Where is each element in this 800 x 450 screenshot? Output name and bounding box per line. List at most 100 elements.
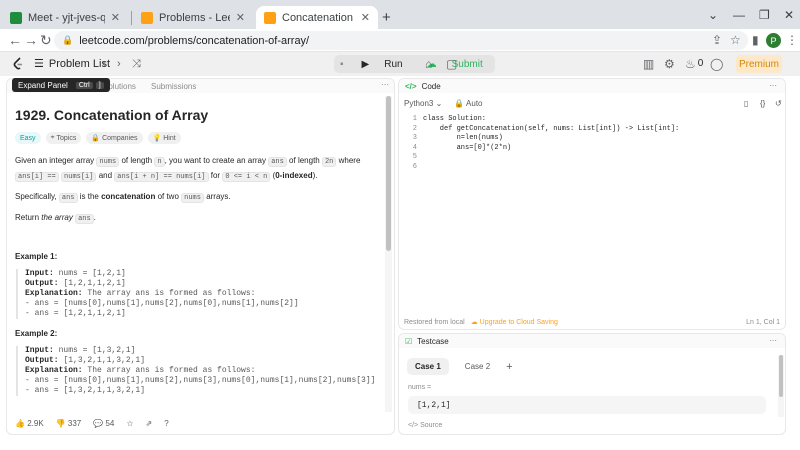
browser-tab-meet[interactable]: Meet - yjt-jves-qza ✕ bbox=[2, 6, 128, 29]
comments-button[interactable]: 💬 54 bbox=[93, 419, 114, 428]
panel-title: Code bbox=[421, 81, 441, 91]
settings-gear-icon[interactable]: ⚙ bbox=[664, 57, 675, 71]
streak-counter[interactable]: ♨ 0 bbox=[685, 57, 703, 71]
more-options-icon[interactable]: ⋯ bbox=[769, 336, 777, 345]
forward-icon[interactable]: → bbox=[24, 31, 38, 49]
format-braces-icon[interactable]: {} bbox=[760, 99, 765, 108]
topics-chip[interactable]: ⌖ Topics bbox=[45, 132, 82, 144]
favorite-star-icon[interactable]: ☆ bbox=[126, 419, 133, 428]
reset-icon[interactable]: ↺ bbox=[775, 99, 782, 108]
problem-title: 1929. Concatenation of Array bbox=[15, 107, 209, 123]
language-select[interactable]: Python3 ⌄ bbox=[404, 99, 442, 108]
code-line[interactable]: 4 ans=[0]*(2*n) bbox=[399, 144, 785, 154]
scrollbar-thumb[interactable] bbox=[386, 96, 391, 251]
close-icon[interactable]: ✕ bbox=[361, 11, 370, 24]
lightbulb-icon: 💡 bbox=[152, 135, 162, 142]
label: Explanation: bbox=[25, 289, 83, 298]
description-paragraph-3: Return the array ans. bbox=[15, 211, 380, 226]
browser-tab-problems[interactable]: Problems - LeetCode ✕ bbox=[133, 6, 253, 29]
bookmark-icon[interactable]: ▯ bbox=[744, 99, 748, 108]
tab-submissions[interactable]: Submissions bbox=[151, 82, 196, 91]
code-line[interactable]: 5 bbox=[399, 153, 785, 163]
field-value: [1,2,1] bbox=[417, 400, 451, 410]
tab-label: Case 2 bbox=[464, 362, 491, 371]
profile-initial: P bbox=[770, 35, 777, 46]
list-icon: ☰ bbox=[34, 58, 44, 70]
text: where bbox=[338, 156, 361, 165]
code-line[interactable]: 2 def getConcatenation(self, nums: List[… bbox=[399, 125, 785, 135]
example-line: Input: nums = [1,3,2,1] bbox=[25, 346, 380, 356]
tab-case-2[interactable]: Case 2 bbox=[457, 358, 498, 375]
profile-avatar[interactable]: P bbox=[766, 33, 781, 48]
window-close-icon[interactable]: ✕ bbox=[784, 8, 794, 22]
browser-menu-icon[interactable]: ⋮ bbox=[786, 33, 798, 47]
back-icon[interactable]: ← bbox=[8, 31, 22, 49]
whiteboard-icon[interactable]: ▢ bbox=[446, 57, 457, 71]
description-scrollbar[interactable] bbox=[385, 96, 392, 412]
dislike-button[interactable]: 👎 337 bbox=[56, 419, 82, 428]
tag-icon: ⌖ bbox=[50, 134, 55, 141]
run-button[interactable]: ▶ Run bbox=[350, 55, 415, 73]
upgrade-link[interactable]: ☁ Upgrade to Cloud Saving bbox=[471, 318, 558, 326]
user-avatar-icon[interactable]: ◯ bbox=[710, 57, 723, 71]
streak-count: 0 bbox=[697, 58, 704, 69]
layout-icon[interactable]: ▥ bbox=[643, 57, 654, 71]
code-line[interactable]: 6 bbox=[399, 163, 785, 173]
companies-chip[interactable]: 🔒 Companies bbox=[86, 132, 143, 144]
shuffle-icon[interactable]: ⤨ bbox=[132, 56, 141, 72]
reload-icon[interactable]: ↻ bbox=[40, 31, 52, 49]
code-editor-panel: </> Code ⋯ Python3 ⌄ 🔒 Auto ▯ {} ↺ 1 clas… bbox=[398, 78, 786, 330]
description-paragraph-2: Specifically, ans is the concatenation o… bbox=[15, 190, 380, 205]
new-tab-icon[interactable]: + bbox=[382, 10, 391, 25]
premium-button[interactable]: Premium bbox=[736, 55, 782, 73]
more-options-icon[interactable]: ⋯ bbox=[769, 81, 777, 90]
hint-chip[interactable]: 💡 Hint bbox=[147, 132, 181, 144]
close-icon[interactable]: ✕ bbox=[111, 11, 120, 24]
bold-text: concatenation bbox=[101, 192, 156, 201]
scrollbar-thumb[interactable] bbox=[779, 355, 783, 397]
maximize-icon[interactable]: ❐ bbox=[759, 8, 770, 22]
auto-label: Auto bbox=[466, 98, 483, 108]
sidepanel-icon[interactable]: ▮ bbox=[752, 33, 759, 47]
debug-icon[interactable]: ▪ bbox=[334, 55, 350, 73]
next-problem-icon[interactable]: › bbox=[117, 56, 121, 72]
value: The array ans is formed as follows: bbox=[87, 289, 256, 298]
code-line[interactable]: 1 class Solution: bbox=[399, 115, 785, 125]
code-editor[interactable]: 1 class Solution: 2 def getConcatenation(s… bbox=[399, 115, 785, 172]
code-toolbar: Python3 ⌄ 🔒 Auto ▯ {} ↺ bbox=[399, 96, 785, 110]
help-icon[interactable]: ? bbox=[164, 419, 168, 428]
notes-icon[interactable]: ⌂ bbox=[425, 57, 432, 71]
like-button[interactable]: 👍 2.9K bbox=[15, 419, 44, 428]
minimize-icon[interactable]: — bbox=[733, 8, 745, 22]
lock-icon: 🔒 bbox=[62, 35, 74, 45]
close-icon[interactable]: ✕ bbox=[236, 11, 245, 24]
source-toggle[interactable]: </> Source bbox=[408, 422, 442, 429]
prev-problem-icon[interactable]: ‹ bbox=[102, 56, 106, 72]
bookmark-star-icon[interactable]: ☆ bbox=[730, 33, 741, 47]
tab-label: Submissions bbox=[151, 82, 197, 91]
line-number: 4 bbox=[412, 143, 417, 152]
testcase-scrollbar[interactable] bbox=[778, 355, 784, 417]
auto-toggle[interactable]: 🔒 Auto bbox=[454, 99, 482, 108]
leetcode-logo-icon[interactable] bbox=[12, 57, 24, 71]
difficulty-badge: Easy bbox=[15, 132, 41, 144]
share-icon[interactable]: ⇪ bbox=[712, 33, 722, 47]
share-link-icon[interactable]: ⇗ bbox=[146, 419, 153, 428]
text: arrays. bbox=[206, 192, 231, 201]
description-paragraph-1: Given an integer array nums of length n,… bbox=[15, 154, 380, 184]
example-1-block: Input: nums = [1,2,1] Output: [1,2,1,1,2… bbox=[16, 269, 380, 319]
code-line[interactable]: 3 n=len(nums) bbox=[399, 134, 785, 144]
nums-input[interactable]: [1,2,1] bbox=[408, 396, 766, 414]
problem-list-button[interactable]: ☰ Problem List bbox=[34, 56, 110, 72]
inline-code: ans bbox=[268, 157, 287, 167]
url-input[interactable]: 🔒 leetcode.com/problems/concatenation-of… bbox=[54, 31, 748, 50]
case-tabs: Case 1 Case 2 + bbox=[407, 358, 513, 375]
add-case-button[interactable]: + bbox=[506, 361, 512, 373]
thumbs-up-icon: 👍 bbox=[15, 418, 25, 428]
more-options-icon[interactable]: ⋯ bbox=[381, 80, 389, 89]
tab-case-1[interactable]: Case 1 bbox=[407, 358, 449, 375]
panel-title: Testcase bbox=[417, 336, 449, 346]
browser-tab-concatenation[interactable]: Concatenation of Array - LeetCo ✕ bbox=[256, 6, 378, 29]
tab-search-icon[interactable]: ⌄ bbox=[708, 8, 718, 22]
example-line: Output: [1,2,1,1,2,1] bbox=[25, 279, 380, 289]
